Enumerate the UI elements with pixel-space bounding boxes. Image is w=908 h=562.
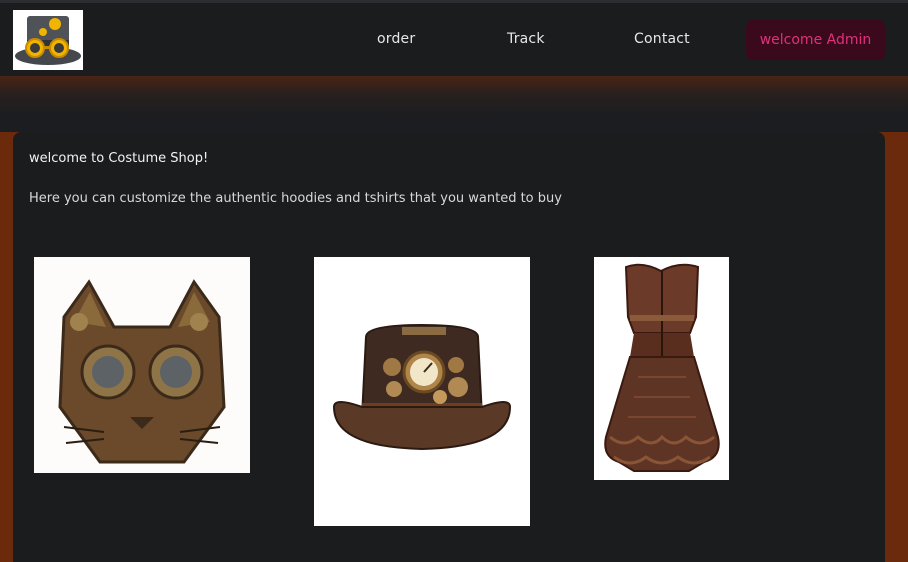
nav-link-contact[interactable]: Contact <box>634 31 690 47</box>
nav-link-order[interactable]: order <box>377 31 415 47</box>
steampunk-hat-logo-icon[interactable] <box>13 10 83 70</box>
steampunk-cat-mask-image[interactable] <box>34 257 250 473</box>
header-shadow-band <box>0 76 908 132</box>
main-panel: welcome to Costume Shop! Here you can cu… <box>13 132 885 562</box>
welcome-admin-button[interactable]: welcome Admin <box>746 20 885 60</box>
steampunk-corset-dress-image[interactable] <box>594 257 729 480</box>
welcome-heading: welcome to Costume Shop! <box>29 151 209 166</box>
steampunk-top-hat-image[interactable] <box>314 257 530 526</box>
nav-link-track[interactable]: Track <box>507 31 545 47</box>
welcome-subtitle: Here you can customize the authentic hoo… <box>29 191 562 206</box>
navbar: order Track Contact welcome Admin <box>0 0 908 76</box>
